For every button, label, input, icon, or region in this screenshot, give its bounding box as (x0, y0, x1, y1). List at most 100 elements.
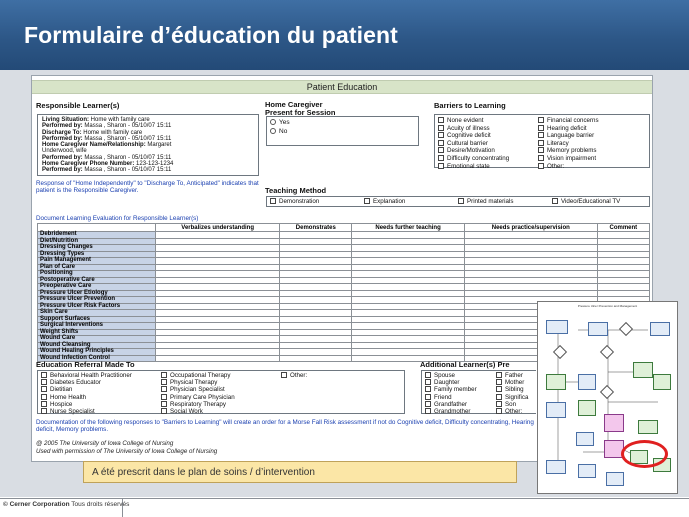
additional-learner-checkbox[interactable]: Mother (496, 379, 528, 386)
referral-label: Home Health (50, 393, 87, 401)
checkbox-square (538, 154, 544, 161)
evaluation-column-header: Demonstrates (279, 223, 353, 232)
responsible-learner-line-label: Living Situation: (42, 117, 89, 123)
barrier-checkbox[interactable]: Hearing deficit (538, 124, 599, 133)
tm-printed-materials[interactable]: Printed materials (458, 198, 513, 205)
referral-checkbox[interactable]: Dietitian (41, 386, 132, 393)
additional-learner-label: Sibling (505, 386, 524, 394)
radio-yes[interactable]: Yes (270, 119, 290, 126)
additional-learner-label: Friend (434, 393, 452, 401)
barrier-checkbox[interactable]: Emotional state (438, 162, 509, 171)
additional-learner-checkbox[interactable]: Son (496, 400, 528, 408)
barrier-checkbox[interactable]: Difficulty concentrating (438, 154, 510, 163)
tm-demonstration[interactable]: Demonstration (270, 198, 319, 205)
tm-demonstration-label: Demonstration (279, 198, 320, 205)
checkbox-square (496, 386, 502, 393)
barrier-label: Emotional state (447, 162, 490, 170)
referral-checkbox[interactable]: Occupational Therapy (161, 372, 235, 379)
referral-checkbox[interactable]: Hospice (41, 400, 132, 408)
evaluation-cell[interactable] (154, 354, 281, 362)
checkbox-square (161, 408, 167, 415)
flow-box-2 (588, 322, 608, 336)
barrier-checkbox[interactable]: Literacy (538, 139, 599, 148)
evaluation-column-header: Verbalizes understanding (154, 223, 281, 232)
additional-learner-checkbox[interactable]: Significa (496, 393, 528, 401)
barrier-checkbox[interactable]: Cultural barrier (438, 139, 509, 148)
referral-checkbox[interactable]: Home Health (41, 393, 132, 401)
additional-learner-checkbox[interactable]: Spouse (425, 372, 477, 379)
responsible-learner-line-value: 123-123-1234 (134, 161, 174, 168)
referral-checkbox[interactable]: Nurse Specialist (41, 408, 132, 415)
additional-learners-box: Spouse Daughter Family member Friend Grandfa… (421, 370, 536, 415)
barrier-label: None evident (447, 117, 484, 124)
responsible-learner-line-value: Underwood, wife (42, 148, 87, 155)
additional-learner-checkbox[interactable]: Friend (425, 393, 477, 401)
checkbox-square (161, 400, 167, 407)
additional-learner-checkbox[interactable]: Daughter (425, 379, 477, 386)
referral-col2: Occupational Therapy Physical Therapy Phys… (161, 372, 235, 415)
additional-learner-checkbox[interactable]: Father (496, 372, 528, 379)
barriers-box: None evident Acuity of illness Cognitive d… (434, 114, 650, 170)
evaluation-title: Document Learning Evaluation for Respons… (36, 215, 199, 222)
barrier-checkbox[interactable]: Vision impairment (538, 154, 599, 163)
additional-learner-checkbox[interactable]: Grandmother (425, 408, 477, 415)
tm-explanation[interactable]: Explanation (364, 198, 405, 205)
additional-learner-label: Father (505, 372, 523, 379)
checkbox-square (41, 408, 47, 415)
flow-box-1 (546, 320, 568, 334)
referral-checkbox[interactable]: Respiratory Therapy (161, 400, 235, 408)
referral-checkbox[interactable]: Physical Therapy (161, 379, 235, 386)
responsible-learner-title: Responsible Learner(s) (36, 101, 120, 110)
referral-checkbox[interactable]: Primary Care Physician (161, 393, 235, 401)
checkbox-square (538, 139, 544, 146)
barriers-col2: Financial concerns Hearing deficit Languag… (538, 117, 599, 170)
barrier-checkbox[interactable]: Other: (538, 162, 599, 171)
referral-col1: Behavioral Health Practitioner Diabetes E… (41, 372, 132, 415)
checkbox-square (496, 408, 502, 415)
referral-label: Physician Specialist (170, 386, 225, 394)
checkbox-square (496, 393, 502, 400)
barrier-checkbox[interactable]: Language barrier (538, 132, 599, 140)
additional-learner-checkbox[interactable]: Family member (425, 386, 477, 393)
radio-no[interactable]: No (270, 128, 287, 135)
evaluation-cell[interactable] (279, 354, 353, 362)
flow-green-1 (633, 362, 653, 378)
barrier-checkbox[interactable]: None evident (438, 117, 509, 125)
checkbox-square (161, 372, 167, 378)
additional-learner-checkbox[interactable]: Other: (496, 408, 528, 415)
barrier-label: Financial concerns (547, 117, 599, 124)
footer-divider (0, 498, 689, 499)
additional-col1: Spouse Daughter Family member Friend Grandfa… (425, 372, 477, 415)
referral-checkbox[interactable]: Diabetes Educator (41, 379, 132, 386)
teaching-method-box: Demonstration Explanation Printed materi… (266, 196, 650, 207)
checkbox-square (496, 372, 502, 378)
tm-video[interactable]: Video/Educational TV (552, 198, 620, 205)
checkbox-square (496, 400, 502, 407)
barrier-checkbox[interactable]: Desire/Motivation (438, 147, 509, 155)
barrier-checkbox[interactable]: Memory problems (538, 147, 599, 155)
barriers-col1: None evident Acuity of illness Cognitive d… (438, 117, 509, 170)
referral-label: Behavioral Health Practitioner (50, 372, 132, 379)
checkbox-square (41, 400, 47, 407)
responsible-learner-line-label: Performed by: (42, 135, 83, 142)
referral-checkbox[interactable]: Behavioral Health Practitioner (41, 372, 132, 379)
referral-checkbox[interactable]: Physician Specialist (161, 386, 235, 393)
barrier-label: Desire/Motivation (447, 147, 495, 155)
additional-learner-label: Grandmother (434, 408, 471, 416)
barrier-checkbox[interactable]: Financial concerns (538, 117, 599, 125)
barrier-checkbox[interactable]: Cognitive deficit (438, 132, 509, 140)
responsible-learner-line-label: Discharge To: (42, 129, 82, 136)
referral-label: Primary Care Physician (170, 393, 235, 401)
checkbox-square (538, 132, 544, 139)
referral-checkbox[interactable]: Other: (281, 372, 307, 379)
referral-checkbox[interactable]: Social Work (161, 408, 235, 415)
barrier-checkbox[interactable]: Acuity of illness (438, 124, 509, 133)
additional-learner-checkbox[interactable]: Grandfather (425, 400, 477, 408)
responsible-learner-box[interactable]: Living Situation: Home with family care … (37, 114, 259, 176)
barrier-label: Difficulty concentrating (447, 154, 510, 162)
responsible-learner-line-label: Performed by: (42, 123, 83, 130)
slide: Formulaire d’éducation du patient Patien… (0, 0, 689, 517)
additional-learner-checkbox[interactable]: Sibling (496, 386, 528, 393)
checkbox-square (538, 117, 544, 123)
checkbox-square (538, 124, 544, 131)
